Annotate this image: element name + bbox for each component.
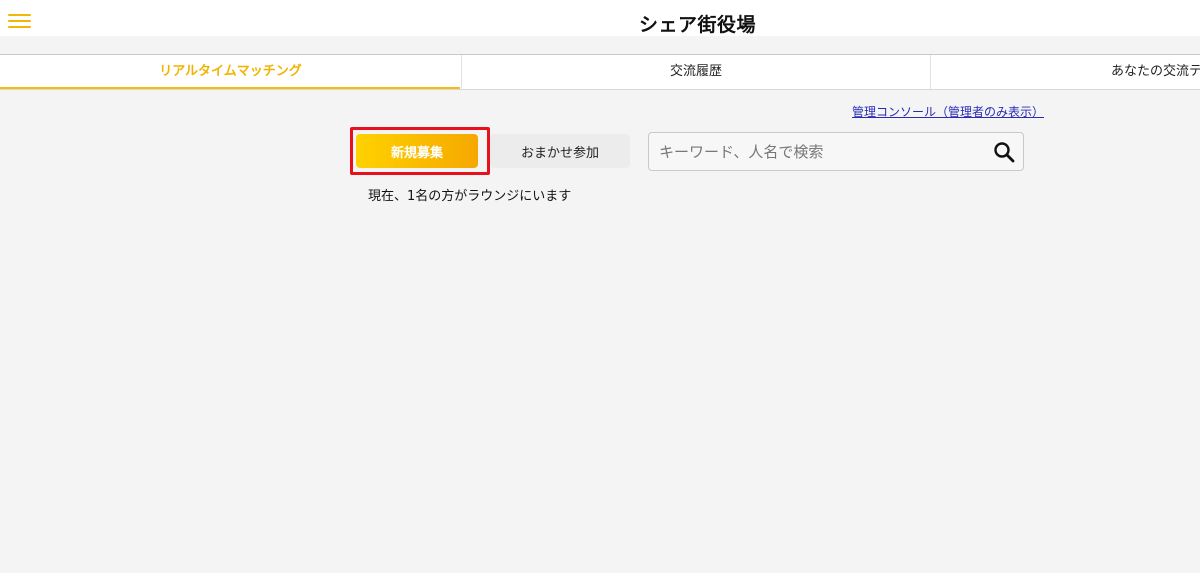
search-input[interactable] <box>659 137 979 167</box>
search-icon[interactable] <box>993 141 1015 163</box>
tab-your-exchange[interactable]: あなたの交流テ <box>931 55 1200 89</box>
admin-console-link[interactable]: 管理コンソール（管理者のみ表示） <box>852 103 1044 120</box>
search-box <box>648 132 1024 171</box>
tab-exchange-history[interactable]: 交流履歴 <box>462 55 931 89</box>
tab-bar: リアルタイムマッチング 交流履歴 あなたの交流テ <box>0 54 1200 90</box>
new-recruit-button[interactable]: 新規募集 <box>356 134 478 168</box>
lounge-status-text: 現在、1名の方がラウンジにいます <box>368 189 572 204</box>
app-title: シェア街役場 <box>638 14 756 36</box>
random-join-button[interactable]: おまかせ参加 <box>490 134 630 168</box>
app-header: シェア街役場 <box>0 0 1200 36</box>
tab-realtime-matching[interactable]: リアルタイムマッチング <box>0 55 462 89</box>
header-spacer <box>0 36 1200 54</box>
